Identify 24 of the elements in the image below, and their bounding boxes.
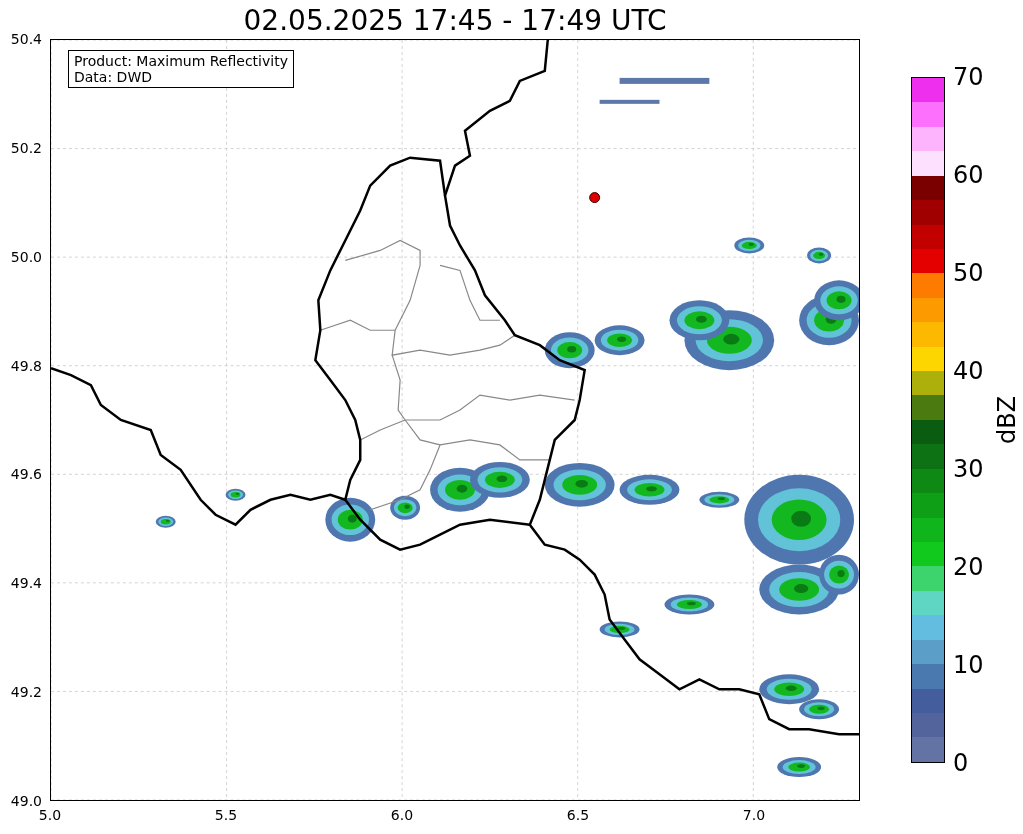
y-tick-label: 49.4 [10, 575, 42, 592]
y-tick-label: 50.2 [10, 139, 42, 156]
info-box: Product: Maximum Reflectivity Data: DWD [68, 50, 294, 88]
x-tick-label: 6.0 [390, 807, 414, 823]
y-tick-label: 49.2 [10, 684, 42, 701]
colorbar-tick-label: 20 [953, 553, 984, 581]
x-tick-label: 5.0 [38, 807, 62, 823]
x-tick-label: 7.0 [742, 807, 766, 823]
y-tick-label: 49.0 [10, 793, 42, 809]
x-tick-label: 5.5 [214, 807, 238, 823]
colorbar-tick-label: 40 [953, 357, 984, 385]
colorbar-tick-label: 70 [953, 63, 984, 91]
colorbar-label: dBZ [993, 395, 1022, 445]
colorbar-tick-label: 30 [953, 455, 984, 483]
x-tick-label: 6.5 [566, 807, 590, 823]
colorbar-tick-label: 50 [953, 259, 984, 287]
y-tick-label: 49.6 [10, 466, 42, 483]
colorbar-tick-label: 10 [953, 651, 984, 679]
colorbar-tick-label: 60 [953, 161, 984, 189]
y-tick-label: 50.0 [10, 248, 42, 265]
chart-title: 02.05.2025 17:45 - 17:49 UTC [242, 3, 668, 39]
colorbar-tick-label: 0 [953, 749, 969, 777]
y-tick-label: 49.8 [10, 357, 42, 374]
y-tick-label: 50.4 [10, 31, 42, 47]
